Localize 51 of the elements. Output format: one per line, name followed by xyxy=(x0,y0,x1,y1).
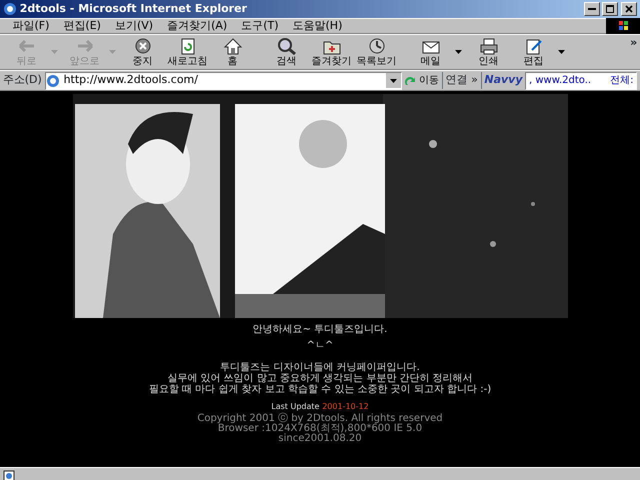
caret-icon[interactable] xyxy=(558,50,564,54)
home-icon xyxy=(222,37,242,56)
toolbar-button[interactable]: 홈 xyxy=(212,37,254,67)
search-icon xyxy=(276,37,296,56)
ie-icon xyxy=(3,2,17,16)
more-button[interactable]: » xyxy=(630,35,640,52)
last-update-date: 2001-10-12 xyxy=(322,400,369,412)
close-icon xyxy=(625,4,633,13)
toolbar-button[interactable]: 즐겨찾기 xyxy=(310,37,352,67)
menu-item[interactable]: 편집(E) xyxy=(56,16,108,36)
footer-text: Browser :1024X768(최적),800*600 IE 5.0 xyxy=(218,424,422,434)
footer-text: since2001.08.20 xyxy=(278,434,362,444)
navvy-search-field[interactable]: , www.2dto.. 전체: xyxy=(525,72,638,90)
navvy-logo[interactable]: Navvy xyxy=(480,72,522,89)
page-icon xyxy=(2,470,15,480)
greeting-text: 안녕하세요~ 투디툴즈입니다. xyxy=(252,324,388,334)
close-button[interactable] xyxy=(621,2,637,16)
minimize-button[interactable] xyxy=(584,2,600,16)
clock-icon xyxy=(366,37,386,56)
page-icon xyxy=(46,74,60,88)
menu-item[interactable]: 보기(V) xyxy=(108,16,160,36)
windows-logo-icon xyxy=(606,18,640,34)
maximize-icon xyxy=(606,4,614,13)
address-label: 주소(D) xyxy=(2,72,42,88)
toolbar-button[interactable]: 메일 xyxy=(410,37,452,67)
window-title: 2dtools - Microsoft Internet Explorer xyxy=(20,0,248,17)
menu-item[interactable]: 즐겨찾기(A) xyxy=(160,16,234,36)
intro-text: 필요할 때 마다 쉽게 찾자 보고 학습할 수 있는 소중한 곳이 되고자 합니다 :-) xyxy=(148,384,492,395)
toolbar-button[interactable]: 인쇄 xyxy=(468,37,510,67)
menu-item[interactable]: 도움말(H) xyxy=(286,16,350,36)
toolbar-button[interactable]: 새로고침 xyxy=(166,37,208,67)
toolbar-button[interactable]: 편집 xyxy=(512,37,554,67)
stop-icon xyxy=(132,37,152,56)
toolbar-button[interactable]: 중지 xyxy=(122,37,164,67)
go-button[interactable]: 이동 xyxy=(404,74,440,86)
printer-icon xyxy=(478,37,498,56)
caret-icon[interactable] xyxy=(454,50,462,54)
toolbar-button[interactable]: 검색 xyxy=(266,37,308,67)
menu-item[interactable]: 도구(T) xyxy=(234,16,286,36)
toolbar-button[interactable]: 목록보기 xyxy=(356,37,398,67)
smiley-text: ^ㄴ^ xyxy=(306,340,334,351)
intro-text: 투디툴즈는 디자이너들에 커닝페이퍼입니다. xyxy=(220,362,420,373)
maximize-button[interactable] xyxy=(602,2,618,16)
go-arrow-icon xyxy=(404,74,416,86)
last-update-label: Last Update xyxy=(271,400,320,412)
edit-icon xyxy=(524,37,544,56)
footer-text: Copyright 2001 ⓒ by 2Dtools. All rights reserved xyxy=(197,414,443,424)
links-button[interactable]: 연결 » xyxy=(442,72,478,89)
menu-item[interactable]: 파일(F) xyxy=(6,16,56,36)
intro-text: 실무에 있어 쓰임이 많고 중요하게 생각되는 부분만 간단히 정리해서 xyxy=(167,373,473,384)
minimize-icon xyxy=(588,8,596,10)
